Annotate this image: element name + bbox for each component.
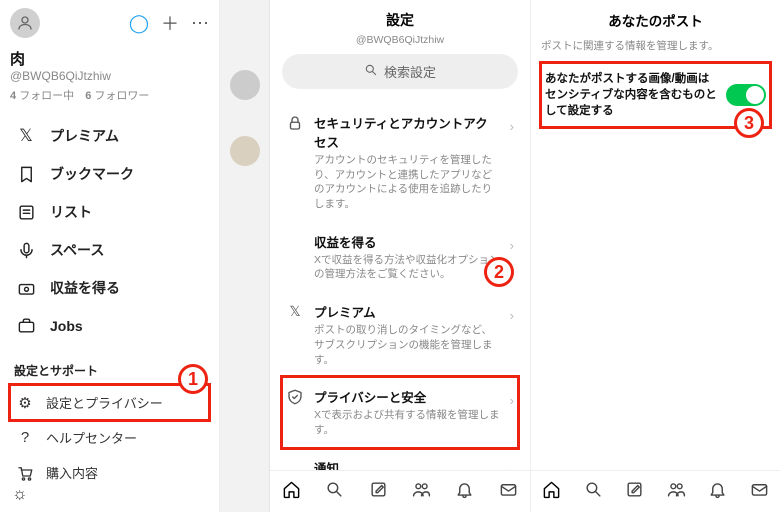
- home-icon[interactable]: [282, 480, 301, 504]
- bookmark-icon: [16, 165, 36, 184]
- compose-icon[interactable]: [625, 480, 644, 504]
- setting-security[interactable]: セキュリティとアカウントアクセスアカウントのセキュリティを管理したり、アカウント…: [282, 103, 518, 222]
- money-icon: [16, 279, 36, 298]
- bell-icon[interactable]: [708, 480, 727, 504]
- avatar[interactable]: [10, 8, 40, 38]
- people-icon[interactable]: [412, 480, 431, 504]
- plus-icon[interactable]: ＋: [161, 10, 179, 36]
- help-icon: ?: [16, 429, 34, 446]
- lock-icon: [286, 114, 304, 132]
- callout-2: 2: [484, 257, 514, 287]
- theme-icon[interactable]: ☼: [12, 484, 28, 504]
- opera-icon[interactable]: ◯: [129, 13, 149, 34]
- nav-lists[interactable]: リスト: [10, 193, 209, 231]
- list-icon: [16, 203, 36, 222]
- sidebar-item-help[interactable]: ?ヘルプセンター: [10, 420, 209, 455]
- home-icon[interactable]: [542, 480, 561, 504]
- detail-desc: ポストに関連する情報を管理します。: [541, 38, 770, 53]
- sidebar-item-settings-privacy[interactable]: ⚙設定とプライバシー: [10, 385, 209, 420]
- callout-3: 3: [734, 108, 764, 138]
- search-icon: [364, 63, 378, 80]
- mic-icon: [16, 241, 36, 260]
- chevron-right-icon: ›: [510, 393, 514, 408]
- x-icon: 𝕏: [286, 303, 304, 320]
- people-icon[interactable]: [667, 480, 686, 504]
- sidebar-item-purchases[interactable]: 購入内容: [10, 455, 209, 490]
- setting-monetize[interactable]: 収益を得るXで収益を得る方法や収益化オプションの管理方法をご覧ください。›: [282, 222, 518, 292]
- setting-premium[interactable]: 𝕏プレミアムポストの取り消しのタイミングなど、サブスクリプションの機能を管理しま…: [282, 292, 518, 377]
- mini-avatar[interactable]: [230, 70, 260, 100]
- detail-title: あなたのポスト: [541, 10, 770, 30]
- setting-privacy-safety[interactable]: プライバシーと安全Xで表示および共有する情報を管理します。›: [282, 377, 518, 447]
- briefcase-icon: [16, 316, 36, 335]
- search-icon[interactable]: [584, 480, 603, 504]
- nav-bookmarks[interactable]: ブックマーク: [10, 155, 209, 193]
- chevron-right-icon: ›: [510, 238, 514, 253]
- gear-icon: ⚙: [16, 394, 34, 412]
- settings-title: 設定: [282, 10, 518, 30]
- compose-icon[interactable]: [369, 480, 388, 504]
- x-icon: 𝕏: [16, 126, 36, 146]
- bottom-bar-center: [270, 470, 530, 512]
- toggle-label: あなたがポストする画像/動画はセンシティブな内容を含むものとして設定する: [545, 71, 718, 119]
- chevron-right-icon: ›: [510, 308, 514, 323]
- chevron-right-icon: ›: [510, 119, 514, 134]
- nav-premium[interactable]: 𝕏プレミアム: [10, 117, 209, 155]
- toggle-switch[interactable]: [726, 84, 766, 106]
- search-icon[interactable]: [325, 480, 344, 504]
- bell-icon[interactable]: [455, 480, 474, 504]
- more-icon[interactable]: ⋯: [191, 13, 209, 34]
- mini-avatar[interactable]: [230, 136, 260, 166]
- user-handle: @BWQB6QiJtzhiw: [10, 69, 209, 83]
- nav-jobs[interactable]: Jobs: [10, 307, 209, 344]
- nav-spaces[interactable]: スペース: [10, 231, 209, 269]
- user-display-name: 肉: [10, 48, 209, 69]
- mail-icon[interactable]: [499, 480, 518, 504]
- callout-1: 1: [178, 364, 208, 394]
- search-settings[interactable]: 検索設定: [282, 54, 518, 89]
- shield-icon: [286, 388, 304, 406]
- settings-handle: @BWQB6QiJtzhiw: [282, 34, 518, 46]
- user-stats: 4 フォロー中 6 フォロワー: [10, 87, 209, 103]
- bottom-bar-right: [531, 470, 780, 512]
- mail-icon[interactable]: [750, 480, 769, 504]
- cart-icon: [16, 464, 34, 482]
- nav-monetize[interactable]: 収益を得る: [10, 269, 209, 307]
